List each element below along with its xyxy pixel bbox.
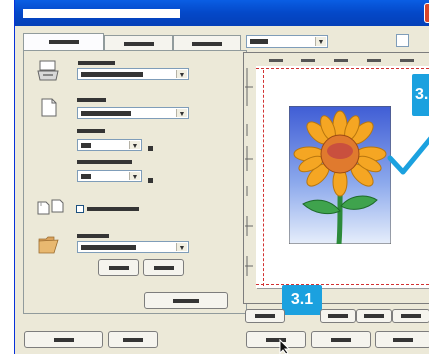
chevron-down-icon: ▼ [129,141,140,150]
button-label [393,338,413,342]
button-label [401,314,421,318]
ok-button[interactable] [246,331,306,348]
folder-icon [38,236,59,254]
ruler-tick [269,59,283,62]
paper-source-icon [37,60,59,81]
defaults-button[interactable] [144,292,228,309]
button-label [328,314,348,318]
profile-save-button[interactable] [98,259,139,276]
pages-per-sheet-select[interactable]: ▼ [77,170,142,182]
paper-size-select[interactable]: ▼ [77,107,189,119]
preview-toggle-checkbox[interactable] [396,34,409,47]
cancel-button[interactable] [311,331,371,348]
chevron-down-icon: ▼ [315,37,326,46]
tab-advanced[interactable] [173,35,241,50]
apply-button[interactable] [375,331,429,348]
tab-main[interactable] [23,33,104,51]
button-label [364,314,384,318]
chevron-down-icon: ▼ [176,243,187,252]
ruler-tick [400,59,414,62]
margin-guide-left [263,70,264,286]
profile-label [77,234,109,238]
tab-label [48,40,79,44]
callout-paper-size: 3.1 [282,285,322,315]
tab-label [123,42,154,46]
checkmark-icon [387,136,429,175]
help-button[interactable] [24,331,103,348]
profile-delete-button[interactable] [143,259,184,276]
copies-label [77,129,105,133]
tab-label [192,42,222,46]
print-settings-window: ✕ ▼ ▼ ▼ ▼ [14,0,429,354]
button-label [255,314,275,318]
callout-output-side: 3. [412,74,429,116]
paper-size-icon [41,98,57,117]
button-label [53,338,74,342]
paper-size-label [77,98,106,102]
duplex-icon [37,199,64,215]
title-bar[interactable] [15,0,429,26]
preview-button-3[interactable] [356,309,392,323]
tab-layout[interactable] [104,35,173,50]
ruler-tick [301,59,315,62]
button-label [153,266,174,270]
preview-button-2[interactable] [320,309,356,323]
profile-select[interactable]: ▼ [77,241,189,253]
about-button[interactable] [108,331,158,348]
preview-button-4[interactable] [392,309,429,323]
duplex-label [87,207,139,211]
button-label [173,299,199,303]
chevron-down-icon: ▼ [129,172,140,181]
vertical-ruler [245,68,253,276]
copies-unit [148,146,153,151]
margin-guide-top [256,68,429,69]
ruler-tick [334,59,348,62]
pages-per-sheet-label [77,160,132,164]
preview-mode-select[interactable]: ▼ [246,35,328,48]
button-label [331,338,351,342]
pages-per-sheet-unit [148,178,153,183]
paper-source-label [78,61,115,65]
chevron-down-icon: ▼ [176,109,187,118]
sunflower-image [289,106,391,244]
chevron-down-icon: ▼ [176,70,187,79]
duplex-checkbox[interactable] [76,205,84,213]
paper-source-select[interactable]: ▼ [77,68,189,80]
button-label [123,338,143,342]
button-label [108,266,129,270]
preview-button-1[interactable] [245,309,285,323]
copies-select[interactable]: ▼ [77,139,142,151]
window-title [23,9,180,18]
ruler-tick [367,59,381,62]
mouse-cursor-icon [279,339,291,354]
close-button[interactable]: ✕ [424,3,429,23]
